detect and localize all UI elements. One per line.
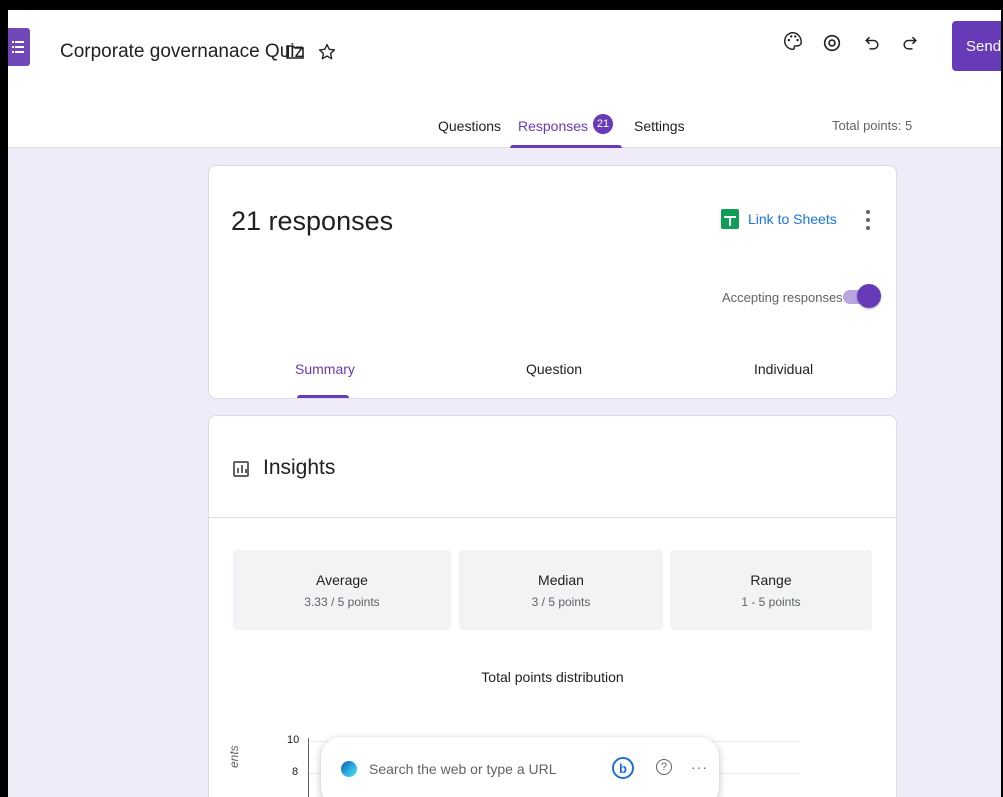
tab-bar	[8, 74, 1001, 148]
palette-icon[interactable]	[781, 29, 805, 53]
top-bar: Corporate governanace Quiz Send	[8, 10, 1001, 74]
total-points: Total points: 5	[832, 118, 913, 133]
edge-logo-icon	[341, 761, 357, 777]
distribution-chart-title: Total points distribution	[481, 669, 624, 685]
link-to-sheets-button[interactable]: Link to Sheets	[721, 209, 837, 229]
divider	[209, 517, 896, 518]
bing-chat-icon[interactable]: b	[612, 757, 634, 779]
subtab-question[interactable]: Question	[526, 361, 582, 377]
eye-icon[interactable]	[820, 31, 844, 55]
active-subtab-indicator	[297, 395, 349, 398]
help-icon[interactable]: ?	[656, 759, 672, 775]
responses-count-badge: 21	[593, 114, 613, 134]
insights-chart-icon	[233, 461, 249, 477]
stat-value: 1 - 5 points	[741, 595, 801, 609]
more-options-icon[interactable]	[864, 208, 872, 232]
stat-label: Median	[538, 572, 584, 588]
y-axis-label: ents	[227, 745, 241, 768]
tab-questions[interactable]: Questions	[438, 118, 501, 134]
google-forms-icon[interactable]	[8, 28, 30, 66]
document-title[interactable]: Corporate governanace Quiz	[60, 41, 304, 63]
link-to-sheets-label: Link to Sheets	[748, 211, 837, 227]
tab-settings[interactable]: Settings	[634, 118, 685, 134]
chart-y-axis	[308, 738, 309, 797]
stat-average: Average 3.33 / 5 points	[233, 550, 451, 630]
responses-card: 21 responses Link to Sheets Accepting re…	[208, 165, 897, 399]
insights-title: Insights	[263, 456, 336, 479]
stat-value: 3 / 5 points	[531, 595, 591, 609]
edge-search-bar[interactable]: Search the web or type a URL b ? ···	[321, 737, 719, 797]
tab-responses[interactable]: Responses	[518, 118, 588, 134]
stat-median: Median 3 / 5 points	[459, 550, 663, 630]
stat-label: Average	[316, 572, 368, 588]
edge-search-input[interactable]: Search the web or type a URL	[369, 761, 557, 777]
stat-value: 3.33 / 5 points	[304, 595, 380, 609]
google-sheets-icon	[721, 209, 739, 229]
more-icon[interactable]: ···	[691, 759, 708, 775]
active-tab-indicator	[510, 145, 622, 148]
y-tick-label: 8	[292, 766, 299, 778]
subtab-individual[interactable]: Individual	[754, 361, 813, 377]
subtab-summary[interactable]: Summary	[295, 361, 355, 377]
y-tick-label: 10	[287, 734, 300, 746]
browser-viewport: Corporate governanace Quiz Send Question…	[8, 10, 1001, 797]
stat-range: Range 1 - 5 points	[670, 550, 872, 630]
send-button[interactable]: Send	[952, 21, 1001, 71]
redo-icon[interactable]	[898, 31, 922, 55]
star-icon[interactable]	[316, 41, 338, 63]
undo-icon[interactable]	[860, 31, 884, 55]
responses-count-title: 21 responses	[231, 206, 394, 236]
accepting-responses-label: Accepting responses	[722, 290, 843, 305]
stat-label: Range	[750, 572, 792, 588]
folder-icon[interactable]	[285, 42, 305, 62]
accepting-responses-toggle[interactable]	[843, 284, 881, 310]
